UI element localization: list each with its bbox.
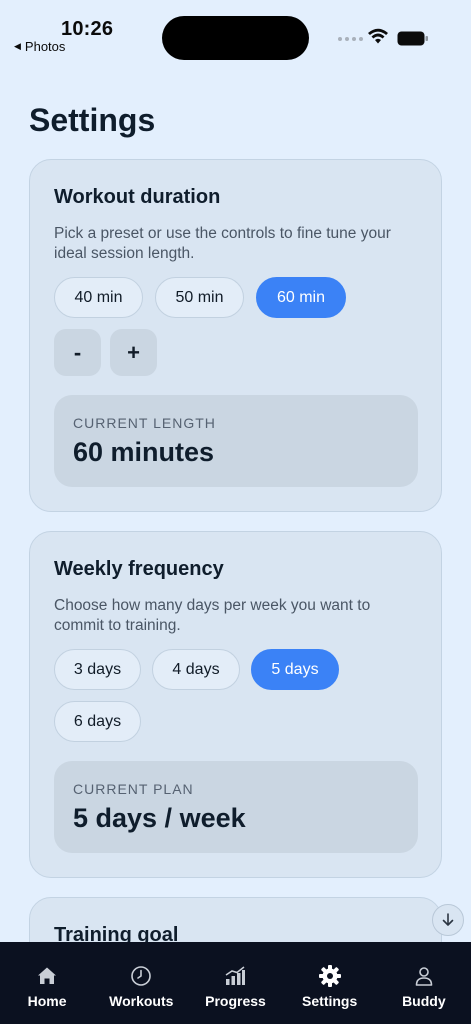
wifi-icon	[368, 28, 388, 44]
home-icon	[38, 967, 57, 984]
back-to-app-link[interactable]: ◀ Photos	[14, 39, 65, 54]
tab-settings-label: Settings	[302, 993, 358, 1009]
tab-home-label: Home	[27, 993, 67, 1009]
tab-settings[interactable]: Settings	[283, 942, 377, 1024]
page-title: Settings	[29, 102, 156, 138]
current-length-value: 60 minutes	[73, 437, 215, 467]
workout-duration-description: Pick a preset or use the controls to fin…	[54, 225, 391, 262]
clock-icon	[131, 966, 152, 986]
back-app-label: Photos	[24, 39, 66, 54]
current-plan-panel: CURRENT PLAN 5 days / week	[54, 761, 418, 853]
tab-buddy[interactable]: Buddy	[377, 942, 471, 1024]
cellular-signal-icon	[338, 37, 363, 41]
dynamic-island	[162, 16, 309, 60]
tab-workouts[interactable]: Workouts	[94, 942, 188, 1024]
weekly-frequency-title: Weekly frequency	[54, 558, 224, 580]
arrow-down-icon	[442, 913, 454, 926]
frequency-3-days-button[interactable]: 3 days	[54, 649, 141, 690]
frequency-6-days-button[interactable]: 6 days	[54, 701, 141, 742]
tab-progress[interactable]: Progress	[188, 942, 282, 1024]
tab-workouts-label: Workouts	[109, 993, 174, 1009]
tab-bar: Home Workouts Progress Settings Buddy	[0, 942, 471, 1024]
current-plan-value: 5 days / week	[73, 803, 246, 833]
back-triangle-icon: ◀	[14, 41, 21, 51]
tab-progress-label: Progress	[205, 993, 266, 1009]
tab-home[interactable]: Home	[0, 942, 94, 1024]
weekly-frequency-card: Weekly frequency Choose how many days pe…	[29, 531, 442, 878]
current-plan-label: CURRENT PLAN	[73, 781, 194, 797]
workout-duration-card: Workout duration Pick a preset or use th…	[29, 159, 442, 512]
weekly-frequency-description: Choose how many days per week you want t…	[54, 597, 371, 634]
preset-40-min-button[interactable]: 40 min	[54, 277, 143, 318]
frequency-4-days-button[interactable]: 4 days	[152, 649, 240, 690]
status-time: 10:26	[61, 18, 114, 40]
person-icon	[415, 967, 433, 986]
current-length-panel: CURRENT LENGTH 60 minutes	[54, 395, 418, 487]
frequency-5-days-button[interactable]: 5 days	[251, 649, 339, 690]
preset-50-min-button[interactable]: 50 min	[155, 277, 244, 318]
gear-icon	[318, 965, 341, 987]
status-bar: 10:26 ◀ Photos	[0, 0, 471, 64]
increase-duration-button[interactable]: +	[110, 329, 157, 376]
workout-duration-title: Workout duration	[54, 186, 221, 208]
battery-icon	[397, 31, 428, 46]
tab-buddy-label: Buddy	[402, 993, 446, 1009]
preset-60-min-button[interactable]: 60 min	[256, 277, 346, 318]
current-length-label: CURRENT LENGTH	[73, 415, 216, 431]
scroll-down-button[interactable]	[432, 904, 464, 936]
chart-icon	[226, 966, 246, 985]
decrease-duration-button[interactable]: -	[54, 329, 101, 376]
